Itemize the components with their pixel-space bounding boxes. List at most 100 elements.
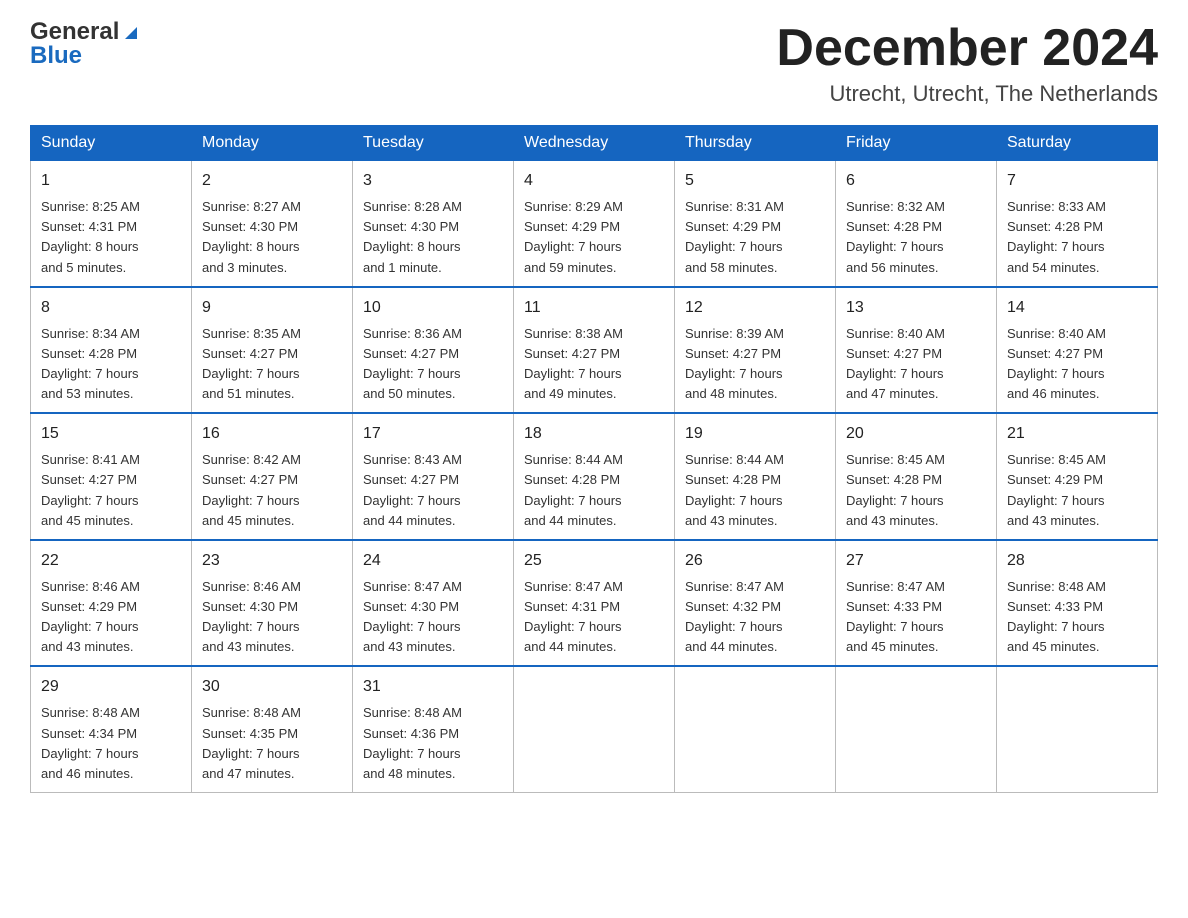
calendar-cell: 17 Sunrise: 8:43 AM Sunset: 4:27 PM Dayli… xyxy=(353,413,514,540)
title-area: December 2024 Utrecht, Utrecht, The Neth… xyxy=(776,20,1158,107)
day-info: Sunrise: 8:48 AM Sunset: 4:36 PM Dayligh… xyxy=(363,703,503,784)
calendar-header-row: SundayMondayTuesdayWednesdayThursdayFrid… xyxy=(31,126,1158,161)
day-info: Sunrise: 8:42 AM Sunset: 4:27 PM Dayligh… xyxy=(202,450,342,531)
calendar-cell: 18Sunrise: 8:44 AM Sunset: 4:28 PM Dayli… xyxy=(514,413,675,540)
calendar-cell: 25 Sunrise: 8:47 AM Sunset: 4:31 PM Dayli… xyxy=(514,540,675,667)
calendar-cell xyxy=(675,666,836,792)
logo-blue-label: Blue xyxy=(30,44,141,68)
calendar-cell: 12 Sunrise: 8:39 AM Sunset: 4:27 PM Dayli… xyxy=(675,287,836,414)
page-header: General Blue December 2024 Utrecht, Utre… xyxy=(30,20,1158,107)
day-number: 24 xyxy=(363,549,503,573)
day-info: Sunrise: 8:47 AM Sunset: 4:32 PM Dayligh… xyxy=(685,577,825,658)
calendar-cell: 19 Sunrise: 8:44 AM Sunset: 4:28 PM Dayli… xyxy=(675,413,836,540)
day-number: 22 xyxy=(41,549,181,573)
day-info: Sunrise: 8:25 AM Sunset: 4:31 PM Dayligh… xyxy=(41,197,181,278)
calendar-header-cell: Monday xyxy=(192,126,353,161)
calendar-cell xyxy=(514,666,675,792)
day-info: Sunrise: 8:32 AM Sunset: 4:28 PM Dayligh… xyxy=(846,197,986,278)
calendar-cell: 22 Sunrise: 8:46 AM Sunset: 4:29 PM Dayli… xyxy=(31,540,192,667)
calendar-table: SundayMondayTuesdayWednesdayThursdayFrid… xyxy=(30,125,1158,793)
logo-triangle-icon xyxy=(121,21,141,41)
day-info: Sunrise: 8:41 AM Sunset: 4:27 PM Dayligh… xyxy=(41,450,181,531)
calendar-cell: 5Sunrise: 8:31 AM Sunset: 4:29 PM Daylig… xyxy=(675,161,836,287)
day-number: 8 xyxy=(41,296,181,320)
day-number: 16 xyxy=(202,422,342,446)
day-number: 1 xyxy=(41,169,181,193)
calendar-body: 1 Sunrise: 8:25 AM Sunset: 4:31 PM Daylig… xyxy=(31,161,1158,793)
day-number: 11 xyxy=(524,296,664,320)
day-number: 21 xyxy=(1007,422,1147,446)
logo: General Blue xyxy=(30,20,141,68)
day-number: 17 xyxy=(363,422,503,446)
day-info: Sunrise: 8:44 AM Sunset: 4:28 PM Dayligh… xyxy=(685,450,825,531)
calendar-row: 15Sunrise: 8:41 AM Sunset: 4:27 PM Dayli… xyxy=(31,413,1158,540)
day-info: Sunrise: 8:27 AM Sunset: 4:30 PM Dayligh… xyxy=(202,197,342,278)
day-number: 12 xyxy=(685,296,825,320)
calendar-header-cell: Tuesday xyxy=(353,126,514,161)
day-info: Sunrise: 8:40 AM Sunset: 4:27 PM Dayligh… xyxy=(846,324,986,405)
day-number: 3 xyxy=(363,169,503,193)
day-info: Sunrise: 8:43 AM Sunset: 4:27 PM Dayligh… xyxy=(363,450,503,531)
calendar-cell: 13 Sunrise: 8:40 AM Sunset: 4:27 PM Dayli… xyxy=(836,287,997,414)
calendar-cell: 21Sunrise: 8:45 AM Sunset: 4:29 PM Dayli… xyxy=(997,413,1158,540)
calendar-cell: 9Sunrise: 8:35 AM Sunset: 4:27 PM Daylig… xyxy=(192,287,353,414)
logo-general-text: General xyxy=(30,20,141,44)
calendar-row: 22 Sunrise: 8:46 AM Sunset: 4:29 PM Dayli… xyxy=(31,540,1158,667)
day-number: 18 xyxy=(524,422,664,446)
calendar-header-cell: Sunday xyxy=(31,126,192,161)
calendar-header-cell: Thursday xyxy=(675,126,836,161)
day-info: Sunrise: 8:48 AM Sunset: 4:34 PM Dayligh… xyxy=(41,703,181,784)
day-number: 10 xyxy=(363,296,503,320)
calendar-cell: 8 Sunrise: 8:34 AM Sunset: 4:28 PM Daylig… xyxy=(31,287,192,414)
calendar-row: 1 Sunrise: 8:25 AM Sunset: 4:31 PM Daylig… xyxy=(31,161,1158,287)
day-number: 14 xyxy=(1007,296,1147,320)
day-number: 13 xyxy=(846,296,986,320)
day-number: 25 xyxy=(524,549,664,573)
day-number: 30 xyxy=(202,675,342,699)
day-number: 19 xyxy=(685,422,825,446)
calendar-cell: 10Sunrise: 8:36 AM Sunset: 4:27 PM Dayli… xyxy=(353,287,514,414)
day-number: 7 xyxy=(1007,169,1147,193)
day-info: Sunrise: 8:33 AM Sunset: 4:28 PM Dayligh… xyxy=(1007,197,1147,278)
day-number: 2 xyxy=(202,169,342,193)
day-number: 4 xyxy=(524,169,664,193)
day-number: 31 xyxy=(363,675,503,699)
calendar-cell: 30 Sunrise: 8:48 AM Sunset: 4:35 PM Dayli… xyxy=(192,666,353,792)
calendar-cell: 23 Sunrise: 8:46 AM Sunset: 4:30 PM Dayli… xyxy=(192,540,353,667)
day-info: Sunrise: 8:48 AM Sunset: 4:35 PM Dayligh… xyxy=(202,703,342,784)
calendar-cell: 6 Sunrise: 8:32 AM Sunset: 4:28 PM Daylig… xyxy=(836,161,997,287)
day-info: Sunrise: 8:47 AM Sunset: 4:30 PM Dayligh… xyxy=(363,577,503,658)
day-info: Sunrise: 8:48 AM Sunset: 4:33 PM Dayligh… xyxy=(1007,577,1147,658)
day-number: 26 xyxy=(685,549,825,573)
calendar-cell xyxy=(997,666,1158,792)
calendar-cell: 3Sunrise: 8:28 AM Sunset: 4:30 PM Daylig… xyxy=(353,161,514,287)
day-number: 5 xyxy=(685,169,825,193)
calendar-header-cell: Saturday xyxy=(997,126,1158,161)
calendar-cell: 29Sunrise: 8:48 AM Sunset: 4:34 PM Dayli… xyxy=(31,666,192,792)
calendar-cell: 24 Sunrise: 8:47 AM Sunset: 4:30 PM Dayli… xyxy=(353,540,514,667)
calendar-cell: 4 Sunrise: 8:29 AM Sunset: 4:29 PM Daylig… xyxy=(514,161,675,287)
calendar-cell: 27 Sunrise: 8:47 AM Sunset: 4:33 PM Dayli… xyxy=(836,540,997,667)
day-info: Sunrise: 8:47 AM Sunset: 4:33 PM Dayligh… xyxy=(846,577,986,658)
day-info: Sunrise: 8:34 AM Sunset: 4:28 PM Dayligh… xyxy=(41,324,181,405)
calendar-cell: 16 Sunrise: 8:42 AM Sunset: 4:27 PM Dayli… xyxy=(192,413,353,540)
calendar-cell: 11 Sunrise: 8:38 AM Sunset: 4:27 PM Dayli… xyxy=(514,287,675,414)
day-number: 6 xyxy=(846,169,986,193)
day-info: Sunrise: 8:39 AM Sunset: 4:27 PM Dayligh… xyxy=(685,324,825,405)
calendar-cell: 1 Sunrise: 8:25 AM Sunset: 4:31 PM Daylig… xyxy=(31,161,192,287)
day-info: Sunrise: 8:46 AM Sunset: 4:30 PM Dayligh… xyxy=(202,577,342,658)
calendar-header-cell: Wednesday xyxy=(514,126,675,161)
day-info: Sunrise: 8:38 AM Sunset: 4:27 PM Dayligh… xyxy=(524,324,664,405)
calendar-cell: 2 Sunrise: 8:27 AM Sunset: 4:30 PM Daylig… xyxy=(192,161,353,287)
day-number: 27 xyxy=(846,549,986,573)
logo-general-label: General xyxy=(30,20,119,44)
day-number: 28 xyxy=(1007,549,1147,573)
day-info: Sunrise: 8:46 AM Sunset: 4:29 PM Dayligh… xyxy=(41,577,181,658)
calendar-cell: 26 Sunrise: 8:47 AM Sunset: 4:32 PM Dayli… xyxy=(675,540,836,667)
day-info: Sunrise: 8:47 AM Sunset: 4:31 PM Dayligh… xyxy=(524,577,664,658)
calendar-cell: 20Sunrise: 8:45 AM Sunset: 4:28 PM Dayli… xyxy=(836,413,997,540)
day-info: Sunrise: 8:45 AM Sunset: 4:28 PM Dayligh… xyxy=(846,450,986,531)
calendar-row: 29Sunrise: 8:48 AM Sunset: 4:34 PM Dayli… xyxy=(31,666,1158,792)
day-info: Sunrise: 8:29 AM Sunset: 4:29 PM Dayligh… xyxy=(524,197,664,278)
day-number: 23 xyxy=(202,549,342,573)
